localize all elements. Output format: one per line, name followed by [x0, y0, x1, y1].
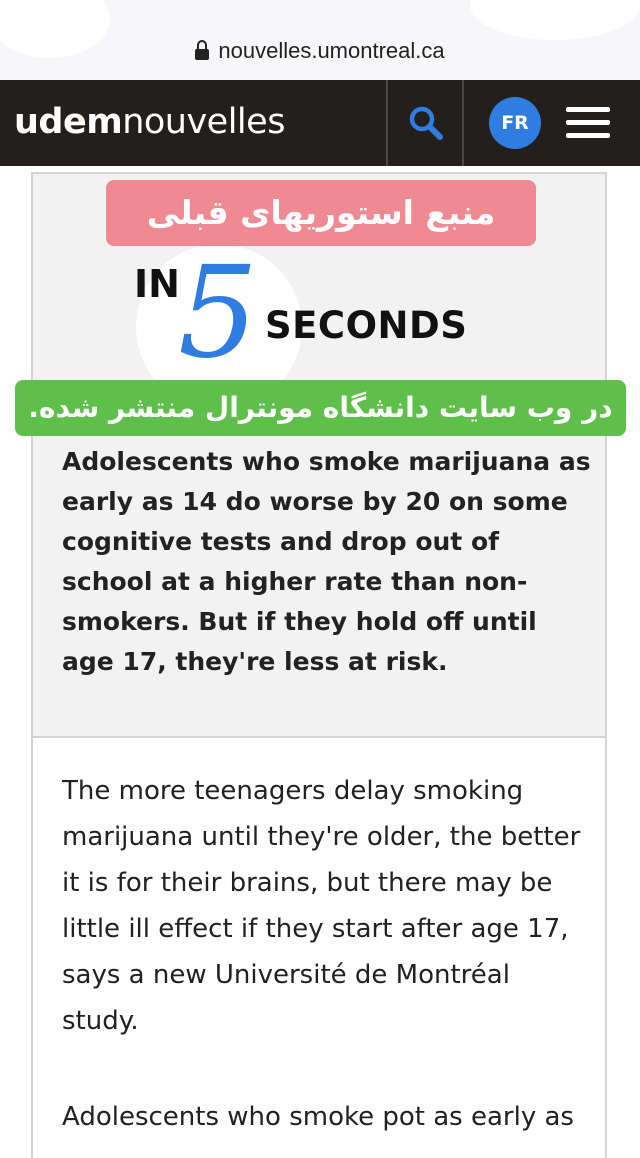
overlay-banner-top: منبع استوریهای قبلی — [106, 180, 536, 246]
search-button[interactable] — [388, 80, 462, 166]
overlay-banner-bottom: در وب سایت دانشگاه مونترال منتشر شده. — [15, 380, 626, 436]
article-paragraph: Adolescents who smoke pot as early as — [62, 1102, 574, 1132]
site-logo[interactable]: udemnouvelles — [14, 102, 285, 142]
logo-nouvelles: nouvelles — [122, 102, 285, 142]
article-paragraph: The more teenagers delay smoking marijua… — [62, 776, 581, 1036]
url-text: nouvelles.umontreal.ca — [218, 38, 445, 63]
background-blob — [470, 0, 640, 40]
menu-icon-bar — [566, 120, 610, 125]
hamburger-menu-button[interactable] — [566, 107, 612, 141]
browser-address-bar[interactable]: nouvelles.umontreal.ca — [0, 0, 640, 80]
header-divider — [462, 80, 464, 166]
logo-udem: udem — [14, 102, 123, 142]
summary-text: Adolescents who smoke marijuana as early… — [62, 447, 591, 676]
menu-icon-bar — [566, 107, 610, 112]
lock-icon — [195, 40, 210, 60]
site-header: udemnouvelles — [0, 80, 640, 166]
in-label: IN — [134, 262, 180, 306]
search-icon — [409, 106, 443, 140]
url-display[interactable]: nouvelles.umontreal.ca — [0, 38, 640, 64]
five-numeral: 5 — [178, 239, 259, 386]
language-toggle-button[interactable]: FR — [489, 97, 541, 149]
menu-icon-bar — [566, 133, 610, 138]
seconds-label: SECONDS — [265, 304, 468, 347]
